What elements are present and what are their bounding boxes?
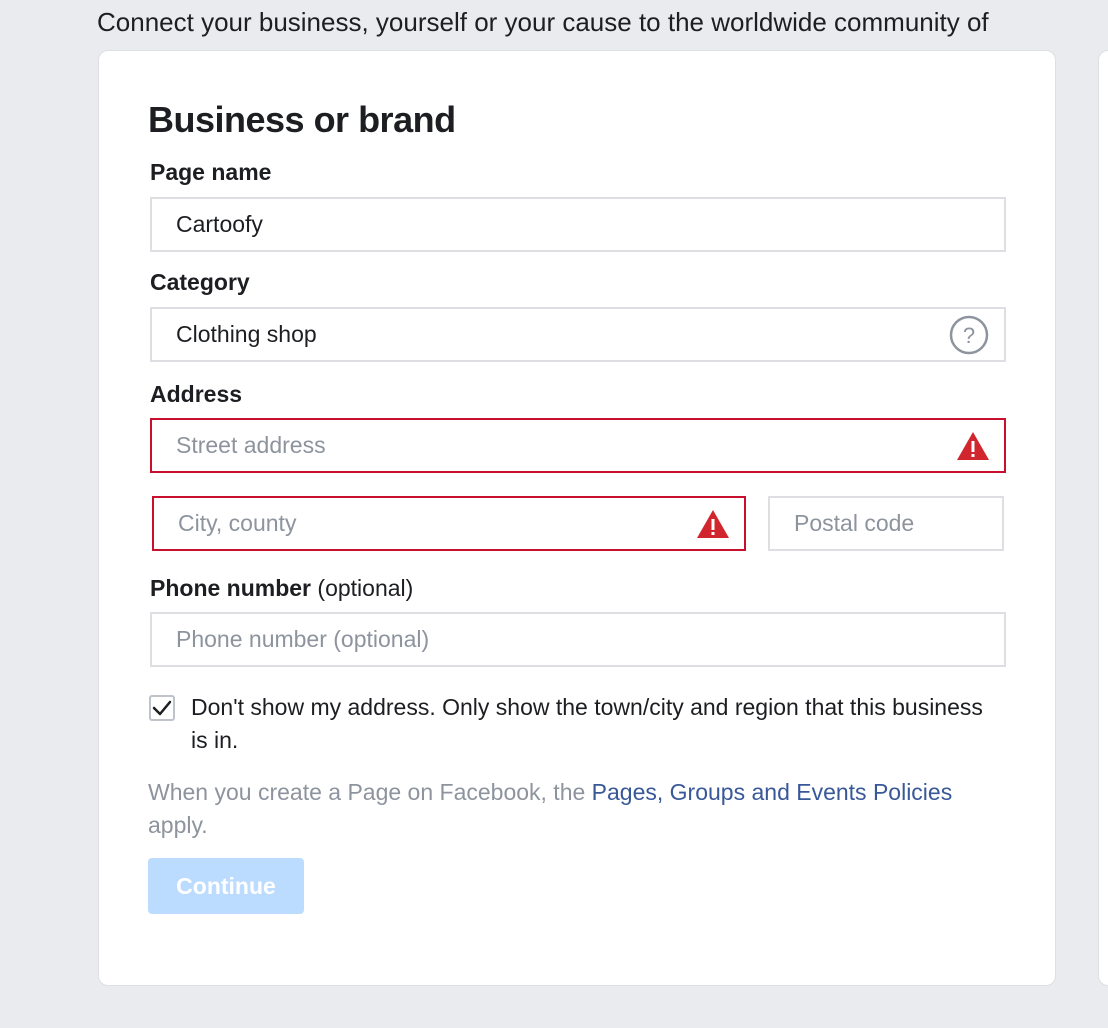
category-label: Category	[150, 269, 250, 295]
policy-suffix: apply.	[148, 812, 208, 838]
warning-triangle-icon	[956, 431, 990, 461]
page-name-label: Page name	[150, 159, 272, 185]
policies-link[interactable]: Pages, Groups and Events Policies	[592, 779, 953, 805]
street-address-placeholder: Street address	[176, 432, 326, 458]
category-value: Clothing shop	[176, 321, 317, 347]
phone-number-optional-text: (optional)	[317, 575, 414, 601]
continue-button[interactable]: Continue	[148, 858, 304, 914]
warning-triangle-icon	[696, 509, 730, 539]
phone-number-placeholder: Phone number (optional)	[176, 626, 430, 652]
phone-number-input[interactable]: Phone number (optional)	[150, 612, 1006, 667]
question-circle-icon[interactable]: ?	[948, 314, 990, 356]
business-or-brand-card: Business or brand Page name Cartoofy Cat…	[98, 50, 1056, 986]
checkmark-icon	[152, 700, 172, 716]
phone-number-label: Phone number (optional)	[150, 575, 413, 602]
city-county-placeholder: City, county	[178, 510, 297, 536]
hide-address-label[interactable]: Don't show my address. Only show the tow…	[191, 691, 991, 757]
page-name-input[interactable]: Cartoofy	[150, 197, 1006, 252]
address-label: Address	[150, 381, 243, 407]
street-address-input[interactable]: Street address	[150, 418, 1006, 473]
page-name-value: Cartoofy	[176, 211, 263, 237]
adjacent-card-edge	[1098, 50, 1108, 986]
svg-text:?: ?	[963, 323, 975, 348]
category-input[interactable]: Clothing shop ?	[150, 307, 1006, 362]
postal-code-placeholder: Postal code	[794, 510, 915, 536]
intro-text: Connect your business, yourself or your …	[97, 7, 989, 37]
postal-code-input[interactable]: Postal code	[768, 496, 1004, 551]
city-county-input[interactable]: City, county	[152, 496, 746, 551]
policy-prefix: When you create a Page on Facebook, the	[148, 779, 592, 805]
hide-address-checkbox[interactable]	[149, 695, 175, 721]
policy-notice: When you create a Page on Facebook, the …	[148, 776, 968, 842]
phone-number-label-text: Phone number	[150, 575, 312, 601]
card-title: Business or brand	[148, 99, 456, 140]
